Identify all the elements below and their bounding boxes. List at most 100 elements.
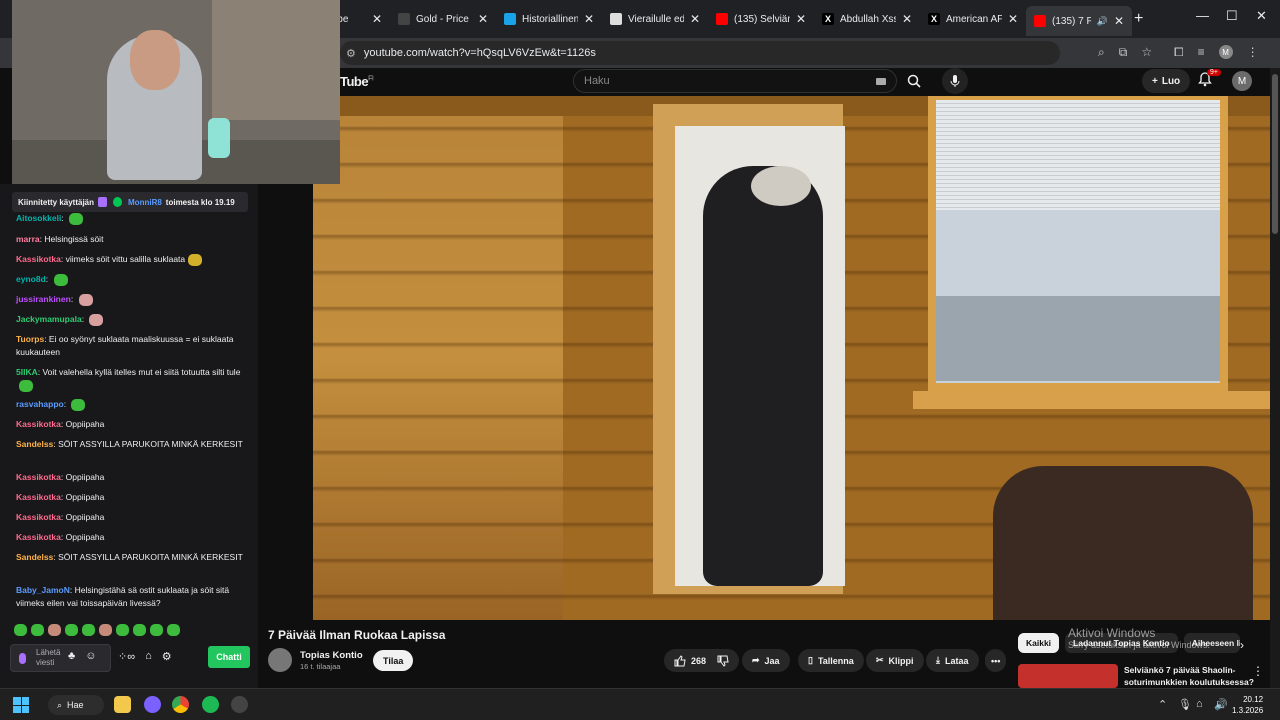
spotify-icon[interactable] — [202, 696, 219, 713]
page-scrollbar[interactable] — [1270, 68, 1280, 688]
emote-shortcut-icon[interactable] — [14, 624, 27, 636]
file-explorer-icon[interactable] — [114, 696, 131, 713]
close-tab-icon[interactable]: ✕ — [1114, 14, 1124, 28]
discord-icon[interactable] — [144, 696, 161, 713]
emote-shortcut-icon[interactable] — [48, 624, 61, 636]
menu-kebab-icon[interactable]: ⋮ — [1247, 45, 1259, 60]
profile-avatar[interactable]: M — [1218, 45, 1233, 59]
windows-start-icon[interactable] — [13, 697, 29, 713]
create-button[interactable]: + Luo — [1142, 69, 1191, 93]
emote-shortcut-icon[interactable] — [167, 624, 180, 636]
like-button[interactable]: 268 — [664, 649, 713, 672]
browser-tab[interactable]: X American AF us ✕ — [920, 8, 1026, 30]
pinned-message[interactable]: Kiinnitetty käyttäjän MonniR8 toimesta k… — [12, 192, 248, 212]
close-tab-icon[interactable]: ✕ — [584, 12, 594, 26]
keyboard-icon[interactable] — [876, 77, 886, 85]
volume-icon[interactable]: 🔊 — [1214, 698, 1228, 711]
recommendation-thumbnail[interactable] — [1018, 664, 1118, 688]
subscribe-button[interactable]: Tilaa — [373, 650, 414, 671]
close-window-button[interactable]: ✕ — [1256, 8, 1267, 24]
more-actions-button[interactable]: ••• — [985, 649, 1007, 672]
taskbar-search[interactable]: ⌕ Hae — [48, 695, 104, 715]
site-info-icon[interactable]: ⚙ — [346, 47, 356, 60]
download-button[interactable]: ⤓ Lataa — [926, 649, 979, 672]
close-tab-icon[interactable]: ✕ — [478, 12, 488, 26]
browser-tab[interactable]: X Abdullah Xssä: ✕ — [814, 8, 920, 30]
chat-username[interactable]: rasvahappo — [16, 399, 64, 409]
browser-tab[interactable]: (135) 7 Päivä 🔊 ✕ — [1026, 6, 1132, 36]
video-player[interactable] — [313, 96, 1270, 620]
save-button[interactable]: ▯ Tallenna — [798, 649, 864, 672]
emote-shortcut-icon[interactable] — [82, 624, 95, 636]
close-tab-icon[interactable]: ✕ — [1008, 12, 1018, 26]
tab-audio-icon[interactable]: 🔊 — [1097, 16, 1108, 27]
extensions-icon[interactable]: ⧠ — [1174, 45, 1184, 60]
chat-username[interactable]: Kassikotka — [16, 532, 61, 542]
chips-next-icon[interactable]: › — [1240, 638, 1244, 652]
media-control-icon[interactable]: ≡ — [1198, 45, 1205, 60]
browser-tab[interactable]: Vierailulle edusk ✕ — [602, 8, 708, 30]
chat-username[interactable]: 5IIKA — [16, 367, 38, 377]
browser-tab[interactable]: Gold - Price - Ch ✕ — [390, 8, 496, 30]
emote-shortcut-icon[interactable] — [116, 624, 129, 636]
filter-chip[interactable]: Kaikki — [1018, 633, 1060, 653]
install-icon[interactable]: ⧉ — [1119, 45, 1128, 60]
store-icon[interactable]: ⌂ — [145, 650, 152, 663]
recommendation-title[interactable]: Selviänkö 7 päivää Shaolin-soturimunkkie… — [1124, 664, 1254, 688]
bits-icon[interactable]: ♣ — [68, 650, 75, 662]
zoom-icon[interactable]: ⌕ — [1098, 45, 1105, 60]
channel-avatar[interactable] — [268, 648, 292, 672]
close-tab-icon[interactable]: ✕ — [796, 12, 806, 26]
emote-picker-icon[interactable]: ☺ — [85, 650, 96, 662]
mic-icon[interactable] — [19, 652, 26, 664]
browser-tab[interactable]: Historiallinen lu ✕ — [496, 8, 602, 30]
chat-username[interactable]: eyno8d — [16, 274, 46, 284]
dislike-button[interactable] — [707, 649, 739, 672]
scrollbar-thumb[interactable] — [1272, 74, 1278, 234]
emote-shortcut-icon[interactable] — [65, 624, 78, 636]
taskbar-clock[interactable]: 20.12 1.3.2026 — [1232, 694, 1263, 716]
emote-shortcut-icon[interactable] — [31, 624, 44, 636]
chat-username[interactable]: Jackymamupala — [16, 314, 82, 324]
send-chat-button[interactable]: Chatti — [208, 646, 250, 668]
user-avatar[interactable]: M — [1232, 71, 1252, 91]
network-icon[interactable]: ⌂ — [1196, 698, 1203, 710]
chat-username[interactable]: Sandelss — [16, 439, 53, 449]
chat-username[interactable]: Sandelss — [16, 552, 53, 562]
voice-search-button[interactable] — [942, 68, 968, 94]
obs-icon[interactable] — [231, 696, 248, 713]
pinned-user[interactable]: MonniR8 — [128, 198, 162, 207]
settings-gear-icon[interactable]: ⚙ — [162, 650, 172, 663]
new-tab-button[interactable]: + — [1134, 10, 1143, 28]
chat-username[interactable]: marra — [16, 234, 40, 244]
search-button[interactable] — [898, 69, 930, 93]
extensions-icon[interactable]: ⁘∞ — [118, 650, 135, 663]
browser-tab[interactable]: (135) Selviänkö 7 ✕ — [708, 8, 814, 30]
recommendation-menu-icon[interactable]: ⋮ — [1252, 664, 1264, 678]
close-tab-icon[interactable]: ✕ — [372, 12, 382, 26]
bookmark-star-icon[interactable]: ☆ — [1141, 45, 1152, 60]
tray-mic-icon[interactable]: 🎙 — [1178, 698, 1192, 711]
close-tab-icon[interactable]: ✕ — [690, 12, 700, 26]
chat-username[interactable]: jussirankinen — [16, 294, 71, 304]
emote-shortcut-icon[interactable] — [99, 624, 112, 636]
share-button[interactable]: ➦ Jaa — [742, 649, 790, 672]
minimize-button[interactable]: — — [1196, 8, 1209, 23]
emote-shortcut-icon[interactable] — [150, 624, 163, 636]
chat-username[interactable]: Aitosokkeli — [16, 213, 61, 223]
channel-name[interactable]: Topias Kontio — [300, 650, 363, 661]
address-bar[interactable]: ⚙ youtube.com/watch?v=hQsqLV6VzEw&t=1126… — [340, 41, 1060, 65]
chat-username[interactable]: Kassikotka — [16, 512, 61, 522]
chat-username[interactable]: Tuorps — [16, 334, 44, 344]
chat-username[interactable]: Kassikotka — [16, 254, 61, 264]
maximize-button[interactable]: ☐ — [1226, 8, 1238, 24]
chat-username[interactable]: Kassikotka — [16, 472, 61, 482]
clip-button[interactable]: ✂ Klippi — [866, 649, 924, 672]
chat-username[interactable]: Baby_JamoN — [16, 585, 70, 595]
chat-username[interactable]: Kassikotka — [16, 419, 61, 429]
chat-username[interactable]: Kassikotka — [16, 492, 61, 502]
youtube-logo[interactable]: TubeFI — [340, 74, 374, 89]
emote-shortcut-icon[interactable] — [133, 624, 146, 636]
close-tab-icon[interactable]: ✕ — [902, 12, 912, 26]
chrome-icon[interactable] — [172, 696, 189, 713]
